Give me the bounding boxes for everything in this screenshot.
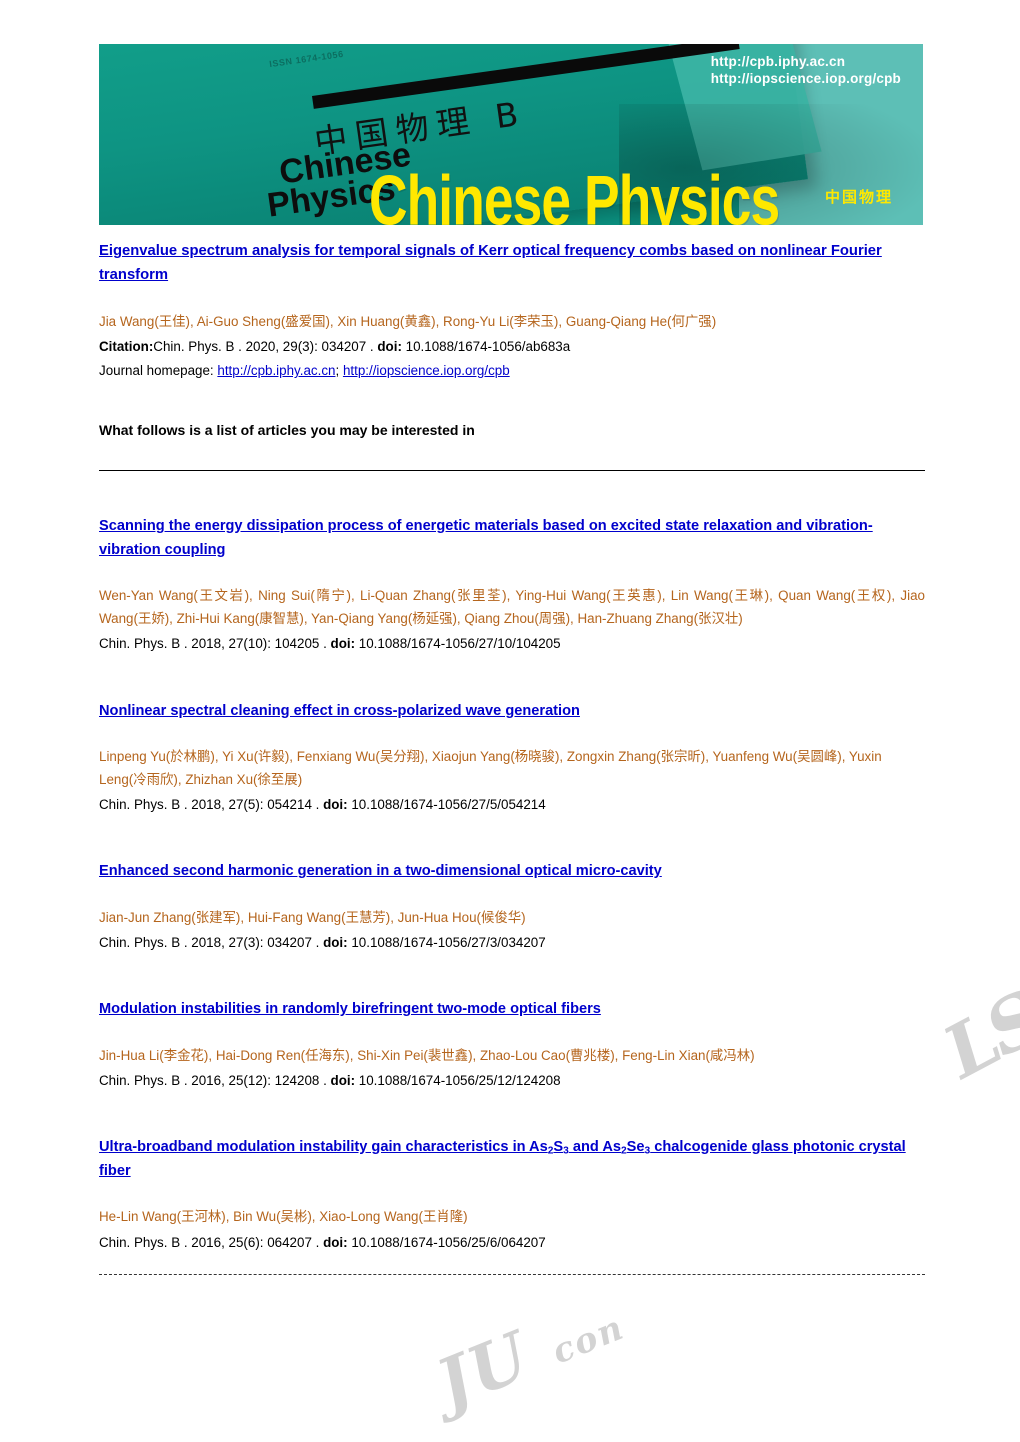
lead-article-title-link[interactable]: Eigenvalue spectrum analysis for tempora… bbox=[99, 240, 925, 288]
doi-value: 10.1088/1674-1056/25/12/124208 bbox=[355, 1072, 561, 1088]
related-article-authors: Jian-Jun Zhang(张建军), Hui-Fang Wang(王慧芳),… bbox=[99, 909, 526, 925]
doi-value: 10.1088/1674-1056/27/10/104205 bbox=[355, 636, 561, 652]
title-part-4: Se bbox=[626, 1138, 645, 1155]
journal-homepage-line: Journal homepage: http://cpb.iphy.ac.cn;… bbox=[99, 359, 925, 382]
related-article-authors: Wen-Yan Wang(王文岩), Ning Sui(隋宁), Li-Quan… bbox=[99, 588, 925, 627]
related-article-authors: Jin-Hua Li(李金花), Hai-Dong Ren(任海东), Shi-… bbox=[99, 1047, 755, 1063]
related-article-item: Modulation instabilities in randomly bir… bbox=[99, 998, 925, 1092]
journal-banner: ISSN 1674-1056 中国物理 B Chinese Physics ht… bbox=[99, 44, 923, 225]
related-article-title-link[interactable]: Scanning the energy dissipation process … bbox=[99, 515, 925, 562]
journal-homepage-link-cpb[interactable]: http://cpb.iphy.ac.cn bbox=[217, 363, 335, 378]
citation-text: Chin. Phys. B . 2016, 25(6): 064207 . bbox=[99, 1234, 324, 1250]
banner-chinese-subtitle: 中国物理 bbox=[825, 188, 894, 206]
doi-value: 10.1088/1674-1056/ab683a bbox=[401, 338, 571, 354]
watermark-right: LS bbox=[930, 975, 1020, 1095]
related-article-title-link[interactable]: Nonlinear spectral cleaning effect in cr… bbox=[99, 700, 925, 724]
lead-article-citation: Citation:Chin. Phys. B . 2020, 29(3): 03… bbox=[99, 335, 925, 358]
watermark-bottom-sub: con bbox=[546, 1307, 631, 1373]
related-article-authors: He-Lin Wang(王河林), Bin Wu(吴彬), Xiao-Long … bbox=[99, 1209, 468, 1225]
citation-text: Chin. Phys. B . 2018, 27(5): 054214 . bbox=[99, 797, 324, 813]
related-article-citation: Chin. Phys. B . 2018, 27(5): 054214 . do… bbox=[99, 793, 925, 816]
banner-urls: http://cpb.iphy.ac.cn http://iopscience.… bbox=[711, 53, 901, 88]
citation-text: Chin. Phys. B . 2018, 27(10): 104205 . bbox=[99, 636, 331, 652]
related-article-title-link[interactable]: Enhanced second harmonic generation in a… bbox=[99, 860, 925, 884]
related-article-item: Scanning the energy dissipation process … bbox=[99, 515, 925, 655]
doi-label: doi: bbox=[377, 338, 402, 354]
journal-homepage-label: Journal homepage: bbox=[99, 363, 218, 379]
doi-label: doi: bbox=[330, 1072, 356, 1088]
homepage-separator: ; bbox=[335, 363, 343, 379]
related-article-citation: Chin. Phys. B . 2018, 27(10): 104205 . d… bbox=[99, 632, 925, 655]
doi-label: doi: bbox=[323, 1234, 348, 1250]
related-article-authors: Linpeng Yu(於林鹏), Yi Xu(许毅), Fenxiang Wu(… bbox=[99, 749, 882, 788]
section-note: What follows is a list of articles you m… bbox=[99, 422, 475, 439]
document-content: Eigenvalue spectrum analysis for tempora… bbox=[99, 240, 925, 1275]
related-article-title-link[interactable]: Modulation instabilities in randomly bir… bbox=[99, 998, 925, 1022]
related-article-citation: Chin. Phys. B . 2016, 25(12): 124208 . d… bbox=[99, 1069, 925, 1092]
doi-value: 10.1088/1674-1056/27/5/054214 bbox=[347, 797, 546, 813]
title-part-2: S bbox=[553, 1138, 564, 1155]
doi-value: 10.1088/1674-1056/27/3/034207 bbox=[347, 934, 546, 950]
journal-homepage-link-iop[interactable]: http://iopscience.iop.org/cpb bbox=[343, 363, 510, 378]
title-part-3: and As bbox=[568, 1138, 621, 1155]
document-page: LS JU con ISSN 1674-1056 中国物理 B Chinese … bbox=[0, 0, 1020, 1442]
banner-wordmark: Chinese Physics bbox=[369, 161, 780, 225]
related-article-citation: Chin. Phys. B . 2018, 27(3): 034207 . do… bbox=[99, 931, 925, 954]
banner-url-cpb: http://cpb.iphy.ac.cn bbox=[710, 54, 846, 69]
doi-label: doi: bbox=[330, 636, 356, 652]
related-article-title-link[interactable]: Ultra-broadband modulation instability g… bbox=[99, 1136, 925, 1184]
dashed-rule bbox=[99, 1273, 925, 1275]
citation-text: Chin. Phys. B . 2020, 29(3): 034207 . bbox=[153, 338, 378, 354]
related-article-item: Ultra-broadband modulation instability g… bbox=[99, 1136, 925, 1254]
doi-label: doi: bbox=[323, 934, 348, 950]
citation-label: Citation: bbox=[99, 338, 154, 354]
title-part-1: Ultra-broadband modulation instability g… bbox=[99, 1138, 548, 1155]
citation-text: Chin. Phys. B . 2016, 25(12): 124208 . bbox=[99, 1072, 331, 1088]
watermark-bottom: JU con bbox=[426, 1279, 633, 1423]
doi-value: 10.1088/1674-1056/25/6/064207 bbox=[347, 1234, 546, 1250]
related-article-citation: Chin. Phys. B . 2016, 25(6): 064207 . do… bbox=[99, 1231, 925, 1254]
watermark-bottom-main: JU bbox=[425, 1315, 542, 1423]
section-divider bbox=[99, 470, 925, 472]
related-article-item: Nonlinear spectral cleaning effect in cr… bbox=[99, 700, 925, 817]
lead-article-authors: Jia Wang(王佳), Ai-Guo Sheng(盛爱国), Xin Hua… bbox=[99, 313, 717, 329]
bottom-dashed-divider bbox=[99, 1273, 925, 1275]
citation-text: Chin. Phys. B . 2018, 27(3): 034207 . bbox=[99, 934, 324, 950]
related-article-item: Enhanced second harmonic generation in a… bbox=[99, 860, 925, 954]
doi-label: doi: bbox=[323, 797, 348, 813]
banner-url-iop: http://iopscience.iop.org/cpb bbox=[710, 71, 901, 87]
